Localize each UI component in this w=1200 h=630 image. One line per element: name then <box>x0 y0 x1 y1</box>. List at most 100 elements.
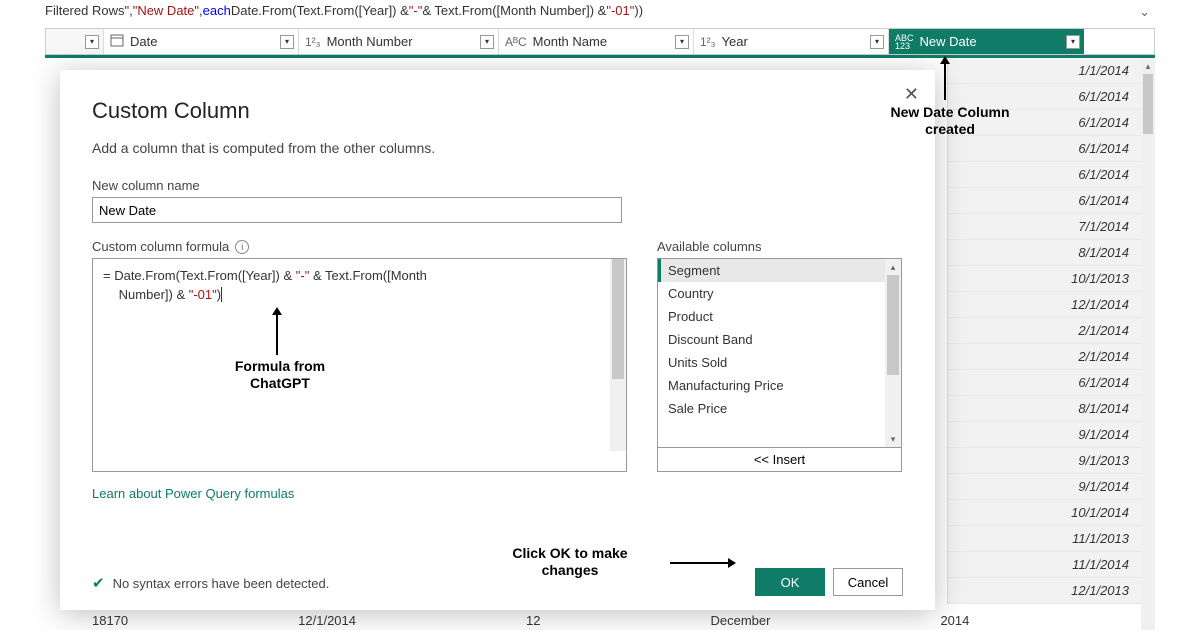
dropdown-icon[interactable]: ▾ <box>675 35 689 49</box>
annotation-new-date: New Date Column created <box>870 104 1030 138</box>
table-cell[interactable]: 9/1/2014 <box>947 422 1142 448</box>
cell-value: 18170 <box>92 613 128 628</box>
formula-bar[interactable]: Filtered Rows", "New Date" , each Date.F… <box>45 0 1140 20</box>
cancel-button[interactable]: Cancel <box>833 568 903 596</box>
formula-code: ) <box>217 287 222 302</box>
table-cell[interactable]: 11/1/2013 <box>947 526 1142 552</box>
formula-text: each <box>203 3 231 18</box>
table-cell[interactable]: 6/1/2014 <box>947 370 1142 396</box>
table-cell[interactable]: 2/1/2014 <box>947 344 1142 370</box>
table-cell[interactable]: 10/1/2014 <box>947 500 1142 526</box>
table-cell[interactable]: 6/1/2014 <box>947 136 1142 162</box>
new-date-data-column: 1/1/20146/1/20146/1/20146/1/20146/1/2014… <box>947 58 1142 604</box>
dropdown-icon[interactable]: ▾ <box>480 35 494 49</box>
annotation-arrow <box>670 562 730 564</box>
annotation-arrow <box>276 313 278 355</box>
list-item[interactable]: Product <box>658 305 901 328</box>
dropdown-icon[interactable]: ▾ <box>280 35 294 49</box>
column-label: Year <box>722 34 748 49</box>
list-item[interactable]: Country <box>658 282 901 305</box>
table-cell[interactable]: 1/1/2014 <box>947 58 1142 84</box>
formula-label: Custom column formula <box>92 239 229 254</box>
new-column-name-input[interactable] <box>92 197 622 223</box>
check-icon: ✔ <box>92 574 105 592</box>
formula-text: "-" <box>409 3 423 18</box>
list-item[interactable]: Segment <box>658 259 901 282</box>
dropdown-icon[interactable]: ▾ <box>870 35 884 49</box>
table-cell[interactable]: 7/1/2014 <box>947 214 1142 240</box>
formula-text: Filtered Rows", <box>45 3 133 18</box>
table-cell[interactable]: 12/1/2014 <box>947 292 1142 318</box>
available-columns-list[interactable]: SegmentCountryProductDiscount BandUnits … <box>657 258 902 448</box>
formula-text: Date.From(Text.From([Year]) & <box>231 3 409 18</box>
formula-code: Number]) & <box>119 287 189 302</box>
expand-formula-icon[interactable]: ⌄ <box>1139 4 1150 20</box>
table-cell[interactable]: 11/1/2014 <box>947 552 1142 578</box>
ok-button[interactable]: OK <box>755 568 825 596</box>
column-label: New Date <box>920 34 977 49</box>
table-header-row: ▾ Date ▾ 1²₃ Month Number ▾ AᴮC Month Na… <box>45 28 1155 58</box>
scroll-thumb[interactable] <box>1143 74 1153 134</box>
column-label: Month Name <box>533 34 607 49</box>
column-header-new-date[interactable]: ABC 123 New Date ▾ <box>889 29 1084 54</box>
cell-value: 2014 <box>940 613 969 628</box>
column-header-year[interactable]: 1²₃ Year ▾ <box>694 29 889 54</box>
scroll-up-icon[interactable]: ▴ <box>1141 58 1155 74</box>
table-cell[interactable]: 10/1/2013 <box>947 266 1142 292</box>
formula-textarea[interactable]: = Date.From(Text.From([Year]) & "-" & Te… <box>92 258 627 472</box>
list-item[interactable]: Sale Price <box>658 397 901 420</box>
custom-column-dialog: ✕ Custom Column Add a column that is com… <box>60 70 935 610</box>
formula-text: "-01" <box>606 3 634 18</box>
any-type-icon: ABC 123 <box>895 34 914 50</box>
dialog-title: Custom Column <box>92 98 903 124</box>
new-column-label: New column name <box>92 178 903 193</box>
formula-text: "New Date" <box>133 3 199 18</box>
table-cell[interactable]: 2/1/2014 <box>947 318 1142 344</box>
formula-code: "-" <box>296 268 310 283</box>
column-header-month-name[interactable]: AᴮC Month Name ▾ <box>499 29 694 54</box>
cell-value: 12 <box>526 613 540 628</box>
formula-code: & Text.From([Month <box>309 268 427 283</box>
column-label: Date <box>130 34 157 49</box>
list-scrollbar[interactable]: ▴ ▾ <box>885 259 901 447</box>
dropdown-icon[interactable]: ▾ <box>85 35 99 49</box>
table-cell[interactable]: 8/1/2014 <box>947 396 1142 422</box>
annotation-click-ok: Click OK to make changes <box>495 545 645 579</box>
column-header-date[interactable]: Date ▾ <box>104 29 299 54</box>
bottom-row-peek: 18170 12/1/2014 12 December 2014 <box>92 613 969 628</box>
dialog-subtitle: Add a column that is computed from the o… <box>92 140 903 156</box>
annotation-formula: Formula from ChatGPT <box>215 358 345 392</box>
syntax-status: ✔ No syntax errors have been detected. <box>92 574 329 592</box>
table-cell[interactable]: 8/1/2014 <box>947 240 1142 266</box>
insert-button[interactable]: << Insert <box>657 448 902 472</box>
table-cell[interactable]: 12/1/2013 <box>947 578 1142 604</box>
available-columns-label: Available columns <box>657 239 902 254</box>
annotation-arrow <box>944 62 946 100</box>
date-type-icon <box>110 33 124 50</box>
table-cell[interactable]: 9/1/2014 <box>947 474 1142 500</box>
table-cell[interactable]: 9/1/2013 <box>947 448 1142 474</box>
table-cell[interactable]: 6/1/2014 <box>947 162 1142 188</box>
info-icon[interactable]: i <box>235 240 249 254</box>
scroll-down-icon[interactable]: ▾ <box>885 431 901 447</box>
list-item[interactable]: Manufacturing Price <box>658 374 901 397</box>
row-number-header[interactable]: ▾ <box>46 29 104 54</box>
number-type-icon: 1²₃ <box>700 35 716 49</box>
learn-link[interactable]: Learn about Power Query formulas <box>92 486 903 501</box>
text-type-icon: AᴮC <box>505 35 527 49</box>
close-icon[interactable]: ✕ <box>904 84 919 105</box>
scroll-thumb[interactable] <box>887 275 899 375</box>
scroll-up-icon[interactable]: ▴ <box>885 259 901 275</box>
column-label: Month Number <box>327 34 413 49</box>
number-type-icon: 1²₃ <box>305 35 321 49</box>
formula-code: "-01" <box>189 287 217 302</box>
table-cell[interactable]: 6/1/2014 <box>947 188 1142 214</box>
vertical-scrollbar[interactable]: ▴ <box>1141 58 1155 630</box>
dropdown-icon[interactable]: ▾ <box>1066 35 1080 49</box>
list-item[interactable]: Discount Band <box>658 328 901 351</box>
column-header-month-number[interactable]: 1²₃ Month Number ▾ <box>299 29 499 54</box>
list-item[interactable]: Units Sold <box>658 351 901 374</box>
formula-text: )) <box>634 3 643 18</box>
status-text: No syntax errors have been detected. <box>113 576 330 591</box>
formula-scrollbar[interactable] <box>610 259 626 451</box>
